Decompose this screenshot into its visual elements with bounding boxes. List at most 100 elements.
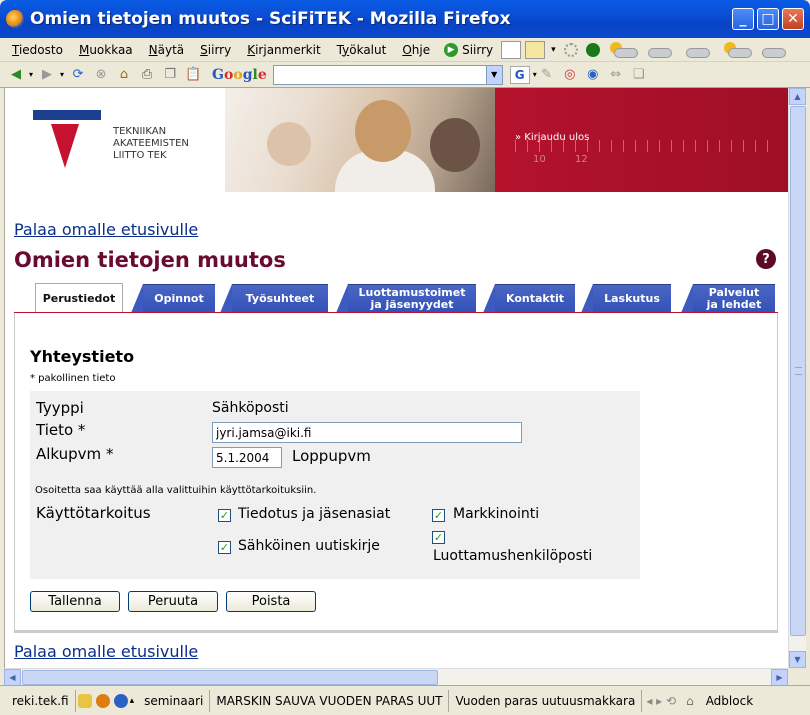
menu-ohje[interactable]: Ohje xyxy=(394,43,438,57)
page-content: TEKNIIKAN AKATEEMISTEN LIITTO TEK 10 12 … xyxy=(4,88,788,668)
logout-link[interactable]: » Kirjaudu ulos xyxy=(515,132,589,143)
contact-info-input[interactable] xyxy=(212,422,522,443)
scroll-down-icon[interactable]: ▼ xyxy=(789,651,806,668)
vertical-scroll-thumb[interactable] xyxy=(790,106,806,636)
chevron-down-icon[interactable]: ▾ xyxy=(60,70,64,79)
ticker-item[interactable]: seminaari xyxy=(138,689,211,712)
tab-opinnot[interactable]: Opinnot xyxy=(131,284,215,313)
section-title: Yhteystieto xyxy=(30,347,135,366)
globe-icon[interactable] xyxy=(113,693,128,708)
usage-note: Osoitetta saa käyttää alla valittuihin k… xyxy=(35,485,317,496)
arrows-icon[interactable]: ⇔ xyxy=(606,66,626,84)
site-banner: TEKNIIKAN AKATEEMISTEN LIITTO TEK 10 12 … xyxy=(5,88,788,192)
home-icon[interactable]: ⌂ xyxy=(686,694,694,708)
help-icon[interactable]: ? xyxy=(756,249,776,269)
pages-icon[interactable]: ❏ xyxy=(629,66,649,84)
start-date-input[interactable] xyxy=(212,447,282,468)
logo-text: TEKNIIKAN AKATEEMISTEN LIITTO TEK xyxy=(113,126,189,161)
tab-laskutus[interactable]: Laskutus xyxy=(581,284,671,313)
stop-icon[interactable]: ⊗ xyxy=(91,66,111,84)
scroll-left-icon[interactable]: ◀ xyxy=(4,669,21,686)
tab-tyosuhteet[interactable]: Työsuhteet xyxy=(220,284,328,313)
required-note: * pakollinen tieto xyxy=(30,373,116,384)
ticker-controls-icon[interactable]: ◂ ▸ ⟲ xyxy=(646,694,676,708)
delete-button[interactable]: Poista xyxy=(226,591,316,612)
site-logo[interactable]: TEKNIIKAN AKATEEMISTEN LIITTO TEK xyxy=(5,88,225,192)
window-titlebar[interactable]: Omien tietojen muutos - SciFiTEK - Mozil… xyxy=(0,0,810,38)
paste-icon[interactable]: 📋 xyxy=(183,66,203,84)
navigation-toolbar: ◀ ▾ ▶ ▾ ⟳ ⊗ ⌂ ⎙ ❐ 📋 Google ▼ G ▾ ✎ ◎ ◉ ⇔… xyxy=(0,62,810,88)
ticker-item[interactable]: MARSKIN SAUVA VUODEN PARAS UUT xyxy=(210,689,450,712)
ticker-item[interactable]: Vuoden paras uutuusmakkara xyxy=(449,689,643,712)
tab-palvelut[interactable]: Palvelut ja lehdet xyxy=(681,284,775,313)
firefox-icon[interactable] xyxy=(95,693,110,708)
google-search-input[interactable]: ▼ xyxy=(272,64,503,85)
go-label: Siirry xyxy=(462,42,494,57)
chevron-up-icon[interactable]: ▴ xyxy=(130,696,135,706)
checkbox-luottamushenkiloposti[interactable]: ✓ xyxy=(432,531,445,544)
menu-siirry[interactable]: Siirry xyxy=(192,43,239,57)
scroll-up-icon[interactable]: ▲ xyxy=(789,88,806,105)
weather-cloud-icon[interactable] xyxy=(758,39,792,61)
weather-sun-icon[interactable] xyxy=(720,39,754,61)
menu-kirjanmerkit[interactable]: Kirjanmerkit xyxy=(239,43,328,57)
horizontal-scrollbar[interactable]: ◀ ▶ xyxy=(4,668,788,686)
minimize-button[interactable]: _ xyxy=(732,8,754,30)
back-icon[interactable]: ◀ xyxy=(6,66,26,84)
checkbox-markkinointi[interactable]: ✓ xyxy=(432,509,445,522)
back-to-home-link[interactable]: Palaa omalle etusivulle xyxy=(14,220,198,239)
home-icon[interactable]: ⌂ xyxy=(114,66,134,84)
google-logo: Google xyxy=(212,66,267,83)
weather-cloud-icon[interactable] xyxy=(682,39,716,61)
vertical-scrollbar[interactable]: ▲ ▼ xyxy=(788,88,806,668)
checkbox-tiedotus-label: Tiedotus ja jäsenasiat xyxy=(238,506,391,522)
menu-muokkaa[interactable]: Muokkaa xyxy=(71,43,141,57)
spell-icon[interactable]: ◎ xyxy=(560,66,580,84)
type-value: Sähköposti xyxy=(212,400,289,416)
checkbox-uutiskirje[interactable]: ✓ xyxy=(218,541,231,554)
page-icon[interactable] xyxy=(501,40,522,59)
maximize-button[interactable]: □ xyxy=(757,8,779,30)
lock-folder-icon[interactable] xyxy=(525,40,546,59)
chevron-down-icon[interactable]: ▼ xyxy=(485,65,502,84)
checkbox-tiedotus[interactable]: ✓ xyxy=(218,509,231,522)
status-host: reki.tek.fi xyxy=(6,689,76,712)
scroll-right-icon[interactable]: ▶ xyxy=(771,669,788,686)
checkbox-markkinointi-label: Markkinointi xyxy=(453,506,540,522)
contact-form-panel: Yhteystieto * pakollinen tieto Tyyppi Sä… xyxy=(14,313,778,633)
save-button[interactable]: Tallenna xyxy=(30,591,120,612)
firefox-icon xyxy=(6,10,24,28)
copy-icon[interactable]: ❐ xyxy=(160,66,180,84)
contact-fieldset: Tyyppi Sähköposti Tieto * Alkupvm * Lopp… xyxy=(30,391,640,579)
go-button[interactable]: ▶ Siirry xyxy=(438,42,499,57)
adblock-label[interactable]: Adblock xyxy=(700,690,759,712)
banner-photo xyxy=(225,88,495,192)
cancel-button[interactable]: Peruuta xyxy=(128,591,218,612)
forward-icon[interactable]: ▶ xyxy=(37,66,57,84)
type-label: Tyyppi xyxy=(36,399,84,417)
google-search-button[interactable]: G xyxy=(509,65,530,84)
info-label: Tieto * xyxy=(36,421,86,439)
tab-kontaktit[interactable]: Kontaktit xyxy=(483,284,575,313)
horizontal-scroll-thumb[interactable] xyxy=(22,670,438,685)
tek-logo-icon xyxy=(33,110,101,168)
globe-icon[interactable]: ◉ xyxy=(583,66,603,84)
weather-sun-icon[interactable] xyxy=(606,39,640,61)
chevron-down-icon[interactable]: ▾ xyxy=(551,45,556,55)
print-icon[interactable]: ⎙ xyxy=(137,66,157,84)
tab-perustiedot[interactable]: Perustiedot xyxy=(23,283,123,313)
go-icon: ▶ xyxy=(444,42,459,57)
checkbox-luottamushenkiloposti-label: Luottamushenkilöposti xyxy=(433,548,593,564)
chevron-down-icon[interactable]: ▾ xyxy=(29,70,33,79)
close-button[interactable]: ✕ xyxy=(782,8,804,30)
menu-tiedosto[interactable]: Tiedosto xyxy=(4,43,71,57)
back-to-home-link-bottom[interactable]: Palaa omalle etusivulle xyxy=(14,642,198,661)
menu-tyokalut[interactable]: Työkalut xyxy=(329,43,395,57)
checkbox-uutiskirje-label: Sähköinen uutiskirje xyxy=(238,538,380,554)
lock-icon[interactable] xyxy=(77,693,92,708)
tab-luottamustoimet[interactable]: Luottamustoimet ja jäsenyydet xyxy=(336,284,476,313)
menu-nayta[interactable]: Näytä xyxy=(141,43,193,57)
weather-cloud-icon[interactable] xyxy=(644,39,678,61)
highlight-icon[interactable]: ✎ xyxy=(537,66,557,84)
reload-icon[interactable]: ⟳ xyxy=(68,66,88,84)
